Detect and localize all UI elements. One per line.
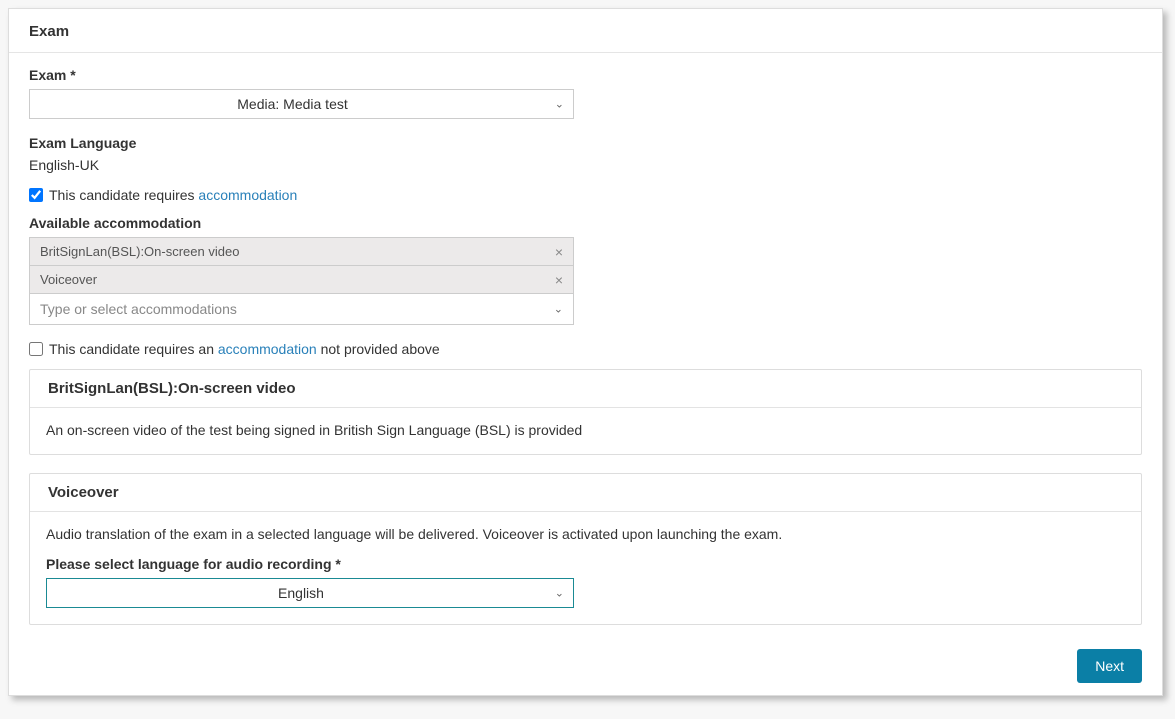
accommodation-input[interactable] [30,294,573,324]
accommodation-tag-label: BritSignLan(BSL):On-screen video [40,244,239,259]
accommodation-tag: Voiceover × [30,266,573,294]
exam-card: Exam Exam * Media: Media test ⌄ Exam Lan… [8,8,1163,696]
exam-language-value: English-UK [29,157,1142,173]
close-icon[interactable]: × [555,245,563,259]
panel-bsl-title: BritSignLan(BSL):On-screen video [30,370,1141,408]
exam-language-label: Exam Language [29,135,1142,151]
requires-accommodation-checkbox[interactable] [29,188,43,202]
panel-voiceover: Voiceover Audio translation of the exam … [29,473,1142,625]
exam-select[interactable]: Media: Media test [29,89,574,119]
requires-other-accommodation-checkbox[interactable] [29,342,43,356]
close-icon[interactable]: × [555,273,563,287]
available-accommodation-label: Available accommodation [29,215,1142,231]
accommodation-link[interactable]: accommodation [198,187,297,203]
audio-language-select[interactable]: English [46,578,574,608]
requires-accommodation-label: This candidate requires accommodation [49,187,297,203]
card-title: Exam [9,9,1162,53]
accommodation-tag: BritSignLan(BSL):On-screen video × [30,238,573,266]
panel-voiceover-description: Audio translation of the exam in a selec… [46,526,1125,542]
panel-voiceover-title: Voiceover [30,474,1141,512]
accommodation-link[interactable]: accommodation [218,341,317,357]
next-button[interactable]: Next [1077,649,1142,683]
accommodation-tags-box: BritSignLan(BSL):On-screen video × Voice… [29,237,574,325]
panel-bsl-description: An on-screen video of the test being sig… [46,422,582,438]
exam-label: Exam * [29,67,1142,83]
panel-bsl: BritSignLan(BSL):On-screen video An on-s… [29,369,1142,455]
audio-language-label: Please select language for audio recordi… [46,556,1125,572]
accommodation-tag-label: Voiceover [40,272,97,287]
requires-other-accommodation-label: This candidate requires an accommodation… [49,341,440,357]
